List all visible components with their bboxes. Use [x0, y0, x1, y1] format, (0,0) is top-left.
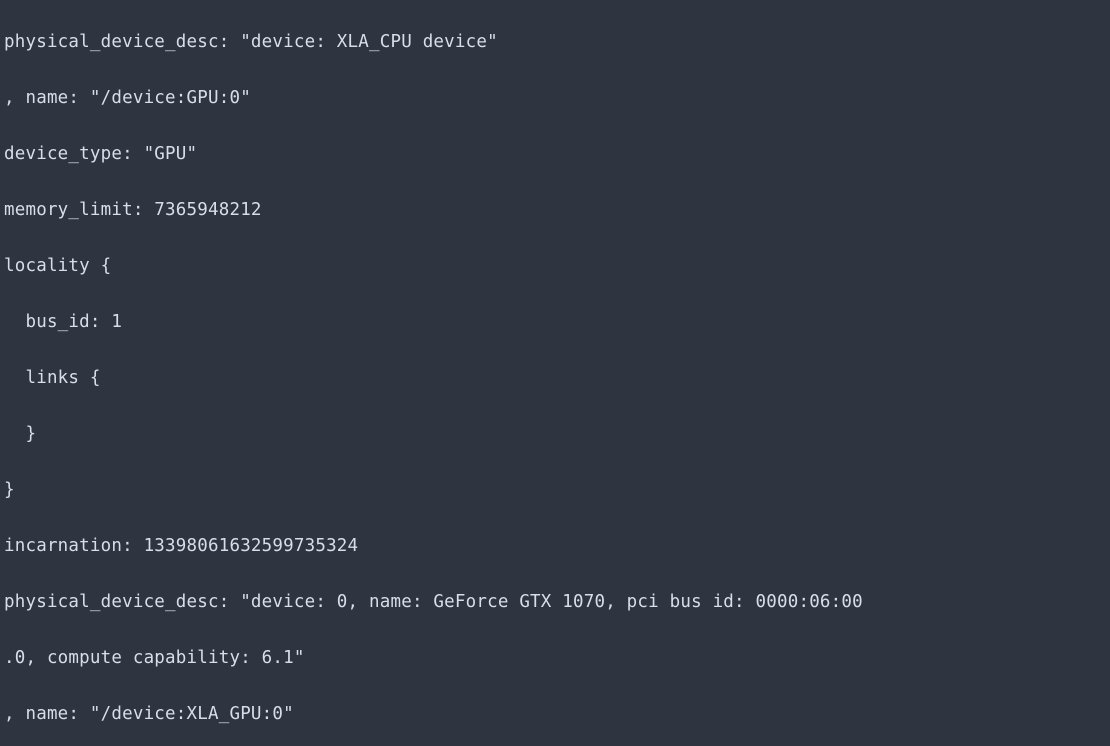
output-line: , name: "/device:GPU:0"	[4, 84, 1106, 112]
output-line: memory_limit: 7365948212	[4, 196, 1106, 224]
output-line: physical_device_desc: "device: XLA_CPU d…	[4, 28, 1106, 56]
output-line: .0, compute capability: 6.1"	[4, 644, 1106, 672]
output-line: }	[4, 476, 1106, 504]
output-line: bus_id: 1	[4, 308, 1106, 336]
output-line: locality {	[4, 252, 1106, 280]
output-line: incarnation: 13398061632599735324	[4, 532, 1106, 560]
output-line: }	[4, 420, 1106, 448]
output-line: physical_device_desc: "device: 0, name: …	[4, 588, 1106, 616]
output-line: device_type: "GPU"	[4, 140, 1106, 168]
output-line: , name: "/device:XLA_GPU:0"	[4, 700, 1106, 728]
output-line: links {	[4, 364, 1106, 392]
terminal[interactable]: physical_device_desc: "device: XLA_CPU d…	[0, 0, 1110, 746]
